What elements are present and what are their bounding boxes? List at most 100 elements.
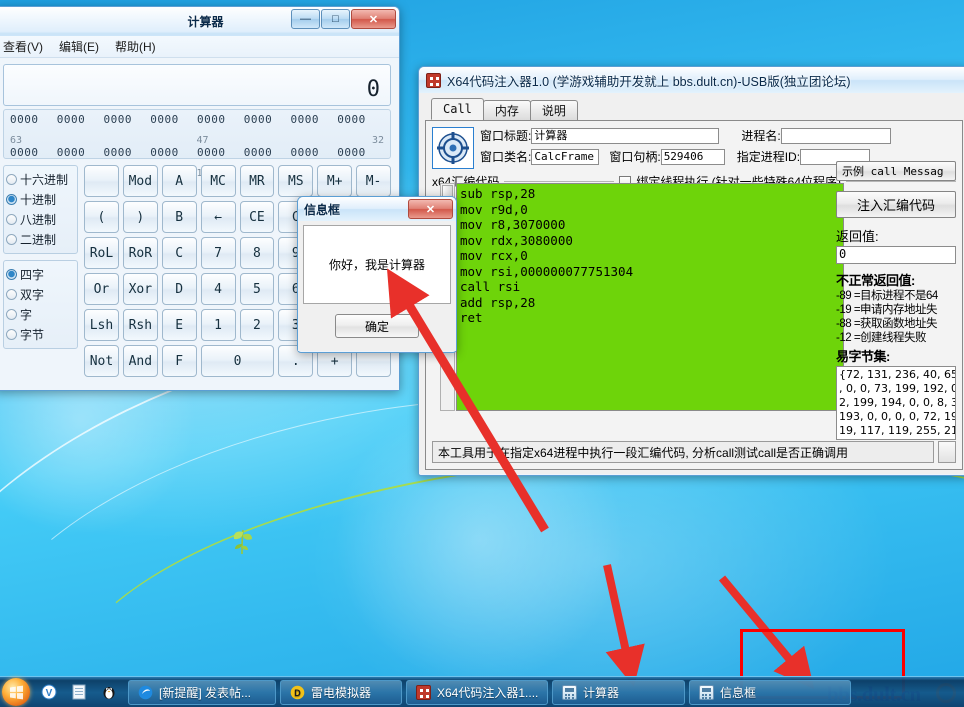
calculator-titlebar[interactable]: 计算器 — □ ✕ xyxy=(0,7,399,36)
tab-call[interactable]: Call xyxy=(431,98,484,120)
tab-help[interactable]: 说明 xyxy=(529,100,578,120)
message-ok-button[interactable]: 确定 xyxy=(335,314,419,338)
injector-body: Call 内存 说明 窗口标题: 计算器 进程名: 窗口类名: CalcFram… xyxy=(419,93,964,474)
radio-word-word[interactable]: 字 xyxy=(6,304,75,324)
inject-code-button[interactable]: 注入汇编代码 xyxy=(836,191,956,218)
key-lparen[interactable]: ( xyxy=(84,201,119,233)
key-ror[interactable]: RoR xyxy=(122,237,158,269)
message-text: 你好，我是计算器 xyxy=(303,225,451,304)
key-blank[interactable] xyxy=(84,165,119,197)
bit-group: 0000 xyxy=(103,146,132,159)
radio-base-bin[interactable]: 二进制 xyxy=(6,229,75,249)
key-a[interactable]: A xyxy=(161,165,197,197)
taskbar-button-ldplayer[interactable]: D 雷电模拟器 xyxy=(280,679,402,705)
status-extra-button[interactable] xyxy=(938,441,956,463)
key-b[interactable]: B xyxy=(161,201,197,233)
key-mminus[interactable]: M- xyxy=(356,165,391,197)
notepad-icon[interactable] xyxy=(70,683,88,701)
injector-app-icon xyxy=(426,72,441,88)
key-e[interactable]: E xyxy=(161,309,197,341)
radio-label: 十进制 xyxy=(20,192,57,207)
taskbar-button-label: [新提醒] 发表帖... xyxy=(159,685,252,700)
bit-index-63: 63 xyxy=(10,135,23,146)
key-or[interactable]: Or xyxy=(84,273,119,305)
calculator-bit-panel[interactable]: 0000 0000 0000 0000 0000 0000 0000 0000 … xyxy=(3,109,391,179)
menu-item-help[interactable]: 帮助(H) xyxy=(115,38,156,55)
bit-row-high: 0000 0000 0000 0000 0000 0000 0000 0000 xyxy=(10,113,384,137)
uc-browser-icon[interactable]: V xyxy=(40,683,58,701)
start-button[interactable] xyxy=(2,678,30,706)
calculator-icon xyxy=(698,684,714,700)
key-rparen[interactable]: ) xyxy=(122,201,158,233)
key-8[interactable]: 8 xyxy=(239,237,275,269)
example-button[interactable]: 示例 call Messag xyxy=(836,161,956,181)
taskbar-button-injector[interactable]: X64代码注入器1.... xyxy=(406,679,548,705)
calculator-display: 0 xyxy=(3,64,391,106)
taskbar-button-browser[interactable]: [新提醒] 发表帖... xyxy=(128,679,276,705)
tab-memory[interactable]: 内存 xyxy=(482,100,531,120)
key-backspace[interactable]: ← xyxy=(200,201,236,233)
radio-base-hex[interactable]: 十六进制 xyxy=(6,169,75,189)
key-and[interactable]: And xyxy=(122,345,158,377)
key-rol[interactable]: RoL xyxy=(84,237,119,269)
message-dialog[interactable]: 信息框 ✕ 你好，我是计算器 确定 xyxy=(297,196,457,353)
key-0[interactable]: 0 xyxy=(200,345,275,377)
key-2[interactable]: 2 xyxy=(239,309,275,341)
key-rsh[interactable]: Rsh xyxy=(122,309,158,341)
radio-dot-icon xyxy=(6,213,17,225)
key-mod[interactable]: Mod xyxy=(122,165,158,197)
radio-word-qword[interactable]: 四字 xyxy=(6,264,75,284)
key-4[interactable]: 4 xyxy=(200,273,236,305)
key-xor[interactable]: Xor xyxy=(122,273,158,305)
minimize-button[interactable]: — xyxy=(291,9,320,29)
key-mplus[interactable]: M+ xyxy=(317,165,353,197)
injector-titlebar[interactable]: X64代码注入器1.0 (学游戏辅助开发就上 bbs.dult.cn)-USB版… xyxy=(419,67,964,93)
key-f[interactable]: F xyxy=(161,345,197,377)
radio-base-dec[interactable]: 十进制 xyxy=(6,189,75,209)
injector-title: X64代码注入器1.0 (学游戏辅助开发就上 bbs.dult.cn)-USB版… xyxy=(447,74,851,89)
key-ms[interactable]: MS xyxy=(278,165,314,197)
key-1[interactable]: 1 xyxy=(200,309,236,341)
key-7[interactable]: 7 xyxy=(200,237,236,269)
window-class-input[interactable]: CalcFrame xyxy=(531,148,600,165)
key-lsh[interactable]: Lsh xyxy=(84,309,119,341)
process-name-input[interactable] xyxy=(780,127,891,144)
assembly-code-editor[interactable]: sub rsp,28 mov r9d,0 mov r8,3070000 mov … xyxy=(456,183,844,411)
menu-item-edit[interactable]: 编辑(E) xyxy=(59,38,99,55)
return-value-input[interactable]: 0 xyxy=(836,246,956,264)
message-dialog-titlebar[interactable]: 信息框 ✕ xyxy=(298,197,456,221)
taskbar-button-calculator[interactable]: 计算器 xyxy=(552,679,685,705)
radio-word-byte[interactable]: 字节 xyxy=(6,324,75,344)
radio-word-dword[interactable]: 双字 xyxy=(6,284,75,304)
bit-group: 0000 xyxy=(10,113,39,126)
qq-penguin-icon[interactable] xyxy=(100,683,118,701)
message-close-button[interactable]: ✕ xyxy=(408,199,453,219)
radio-dot-icon xyxy=(6,328,17,340)
byte-set-output[interactable]: {72, 131, 236, 40, 65, 1 , 0, 0, 73, 199… xyxy=(836,366,956,440)
message-dialog-footer: 确定 xyxy=(303,304,451,348)
radio-base-oct[interactable]: 八进制 xyxy=(6,209,75,229)
key-mc[interactable]: MC xyxy=(200,165,236,197)
taskbar-button-msgbox[interactable]: 信息框 xyxy=(689,679,851,705)
key-not[interactable]: Not xyxy=(84,345,119,377)
close-button[interactable]: ✕ xyxy=(351,9,396,29)
injector-icon xyxy=(415,684,431,700)
window-title-input[interactable]: 计算器 xyxy=(531,127,720,144)
radio-label: 字节 xyxy=(20,327,45,342)
key-5[interactable]: 5 xyxy=(239,273,275,305)
maximize-button[interactable]: □ xyxy=(321,9,350,29)
injector-window[interactable]: X64代码注入器1.0 (学游戏辅助开发就上 bbs.dult.cn)-USB版… xyxy=(418,66,964,476)
key-ce[interactable]: CE xyxy=(239,201,275,233)
key-d[interactable]: D xyxy=(161,273,197,305)
byte-set-line: , 0, 0, 73, 199, 192, 0, 0 xyxy=(839,382,955,395)
key-hex-c[interactable]: C xyxy=(161,237,197,269)
error-code-line: -88 =获取函数地址失 xyxy=(836,318,938,330)
bit-group: 0000 xyxy=(243,146,273,159)
calculator-title: 计算器 xyxy=(187,15,224,29)
bit-index-32: 32 xyxy=(371,135,384,146)
key-mr[interactable]: MR xyxy=(239,165,275,197)
taskbar-button-label: 信息框 xyxy=(720,685,757,700)
calculator-menubar: 查看(V) 编辑(E) 帮助(H) xyxy=(0,36,399,58)
window-handle-input[interactable]: 529406 xyxy=(660,148,725,165)
menu-item-view[interactable]: 查看(V) xyxy=(3,38,43,55)
